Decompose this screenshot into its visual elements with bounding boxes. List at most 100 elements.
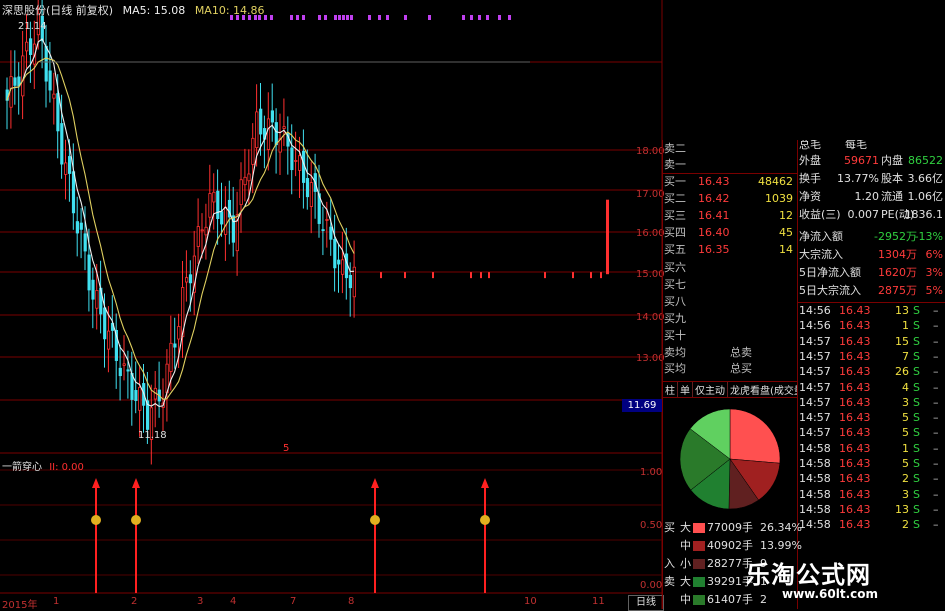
candle-body [220,211,224,225]
candle-body [298,155,302,171]
orderbook-row-buy[interactable]: 买五 16.35 14 [662,242,797,258]
tab-dragon-tiger[interactable]: 龙虎看盘(成交量) [728,382,797,397]
orderbook-row-buy[interactable]: 买八 [662,294,797,310]
price-tick: 14.00 [636,312,665,323]
flow-value: 1620万 [878,266,917,279]
capital-swatch [693,595,705,605]
capital-split-row: 买 大 77009手 26.34% [662,519,802,537]
orderbook-volume: 45 [779,226,793,240]
candle-body [122,363,126,366]
candle-body [216,190,220,220]
tick-volume: 5 [902,426,909,440]
tick-time: 14:58 [799,441,831,455]
capital-swatch [693,523,705,533]
orderbook-row-sell[interactable]: 卖二 [662,141,797,157]
stats-value: 1.06亿 [907,190,944,203]
tick-row[interactable]: 14:58 16.43 3 S – [797,487,945,502]
orderbook-row-buy[interactable]: 买九 [662,311,797,327]
flow-label: 净流入额 [799,230,843,243]
candle-body [243,176,247,186]
tick-row[interactable]: 14:57 16.43 15 S – [797,334,945,349]
top-marker [508,15,511,20]
x-axis-label: 3 [197,596,204,607]
candle-body [266,118,271,150]
tick-row[interactable]: 14:57 16.43 7 S – [797,349,945,364]
tick-time: 14:57 [799,365,831,379]
orderbook-label: 卖一 [664,158,686,171]
candle-body [337,259,341,265]
tick-side: S [913,518,920,532]
tick-side: S [913,426,920,440]
tick-price: 16.43 [839,334,871,348]
indicator-header: 一箭穿心 II: 0.00 [2,458,84,473]
tick-time: 14:56 [799,319,831,333]
tick-time: 14:58 [799,487,831,501]
orderbook-row-buy[interactable]: 买七 [662,277,797,293]
candle-body [118,367,122,377]
tick-row[interactable]: 14:56 16.43 13 S – [797,303,945,318]
tick-row[interactable]: 14:57 16.43 5 S – [797,410,945,425]
stats-label: 总毛 [799,140,821,151]
tick-row[interactable]: 14:57 16.43 5 S – [797,425,945,440]
x-axis-label: 2 [131,596,138,607]
tick-row[interactable]: 14:58 16.43 1 S – [797,441,945,456]
tick-side: S [913,472,920,486]
tab-active-only[interactable]: 仅主动 [693,382,728,397]
capital-pie-chart [679,408,781,510]
current-price-tag: 11.69 [622,399,662,412]
orderbook-row-buy[interactable]: 买一 16.43 48462 [662,174,797,190]
top-marker [296,15,299,20]
candle-body [64,162,68,175]
candle-body [173,343,177,348]
tick-row[interactable]: 14:56 16.43 1 S – [797,318,945,333]
candle-body [251,137,255,165]
candle-body [126,369,130,372]
high-price-label: 21.14 [18,21,47,32]
orderbook-row-buy[interactable]: 买十 [662,328,797,344]
tick-volume: 15 [895,334,909,348]
orderbook-row-buy[interactable]: 买三 16.41 12 [662,208,797,224]
tick-price: 16.43 [839,441,871,455]
total-sell-label: 总卖 [730,346,752,359]
stock-title[interactable]: 深思股份(日线 前复权) [2,4,113,17]
candle-body [87,254,91,291]
stats-row: 净资 1.20 流通 1.06亿 [797,188,945,206]
stats-value: 59671 [844,154,879,167]
candle-body [290,147,294,171]
tick-price: 16.43 [839,349,871,363]
avg-sell-label: 卖均 [664,346,686,359]
orderbook-row-buy[interactable]: 买四 16.40 45 [662,225,797,241]
orderbook-row-buy[interactable]: 买二 16.42 1039 [662,191,797,207]
tick-row[interactable]: 14:58 16.43 2 S – [797,517,945,532]
flow-value: 2875万 [878,284,917,297]
candle-body [606,199,609,275]
tick-time: 14:57 [799,380,831,394]
tick-time: 14:58 [799,457,831,470]
candle-body [91,279,95,300]
orderbook-row-sell[interactable]: 卖一 [662,157,797,173]
tick-row[interactable]: 14:58 16.43 2 S – [797,471,945,486]
orderbook-row-buy[interactable]: 买六 [662,260,797,276]
tick-dash: – [933,502,939,516]
tick-price: 16.43 [839,380,871,394]
capital-volume: 77009手 [707,521,753,534]
candle-body [259,108,263,135]
candle-body [239,179,243,206]
tick-row[interactable]: 14:58 16.43 13 S – [797,502,945,517]
tick-side: S [913,319,920,333]
tick-row[interactable]: 14:57 16.43 3 S – [797,395,945,410]
price-tick: 16.00 [636,228,665,239]
candle-body [572,272,574,279]
tick-dash: – [933,457,939,470]
tab-single[interactable]: 单 [678,382,693,397]
tick-row[interactable]: 14:57 16.43 26 S – [797,364,945,379]
candle-body [470,272,472,279]
candle-body [340,259,345,275]
capital-flow-row: 大宗流入 1304万 6% [797,246,945,264]
tick-time: 14:58 [799,518,831,532]
tick-row[interactable]: 14:57 16.43 4 S – [797,380,945,395]
tick-row[interactable]: 14:58 16.43 5 S – [797,456,945,471]
candle-body [44,45,48,82]
indicator-title[interactable]: 一箭穿心 [2,462,42,473]
tab-bar[interactable]: 柱 [663,382,678,397]
